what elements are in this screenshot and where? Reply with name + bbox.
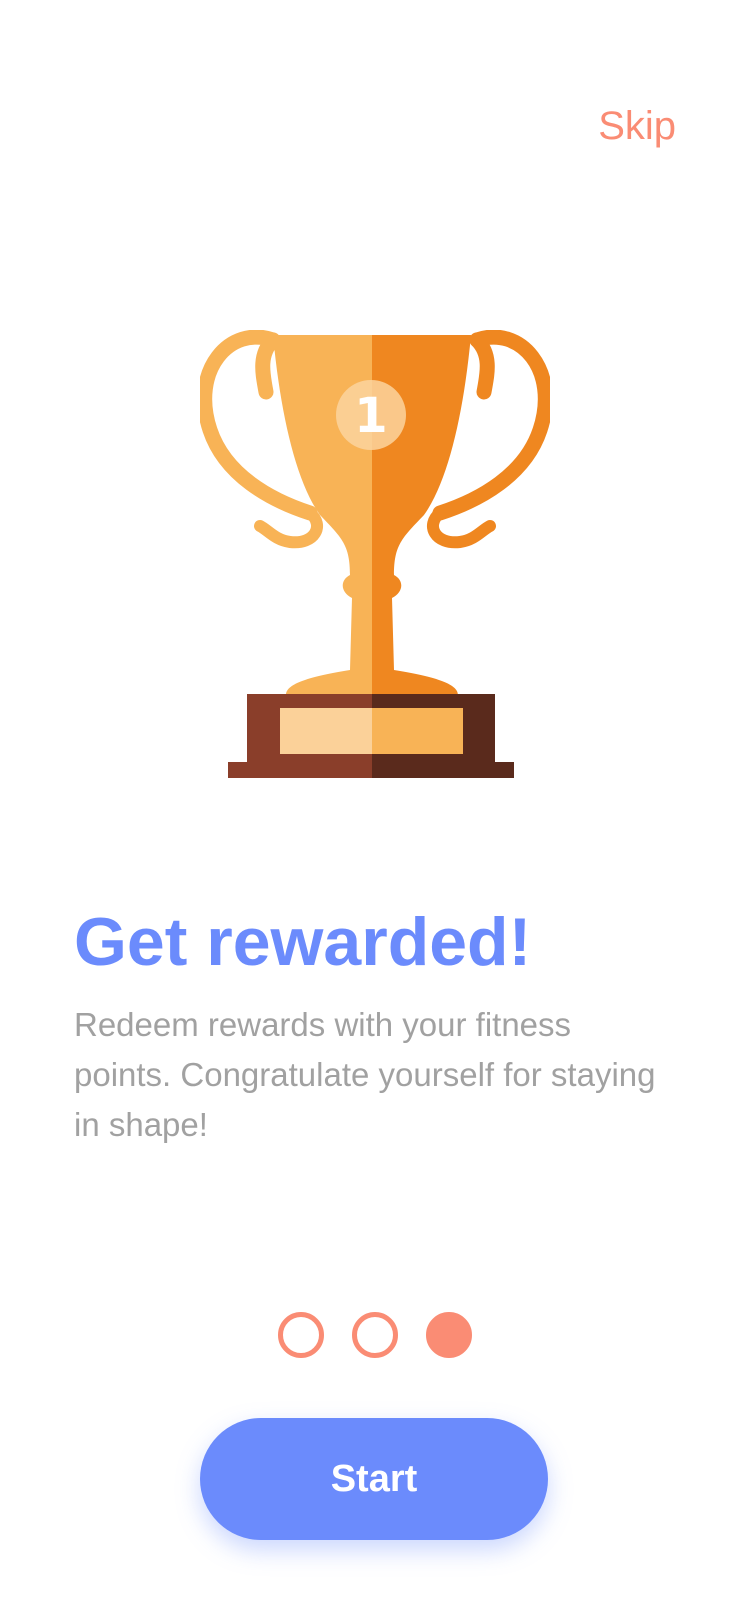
trophy-badge-number: 1 xyxy=(354,388,387,444)
onboarding-title: Get rewarded! xyxy=(74,904,532,980)
trophy-icon: 1 xyxy=(200,330,550,778)
page-dot-2[interactable] xyxy=(352,1312,398,1358)
page-dot-3[interactable] xyxy=(426,1312,472,1358)
trophy-illustration: 1 xyxy=(200,330,550,810)
start-button[interactable]: Start xyxy=(200,1418,548,1540)
page-indicator xyxy=(0,1312,750,1358)
onboarding-description: Redeem rewards with your fitness points.… xyxy=(74,1006,656,1143)
skip-button[interactable]: Skip xyxy=(598,104,676,148)
page-dot-1[interactable] xyxy=(278,1312,324,1358)
